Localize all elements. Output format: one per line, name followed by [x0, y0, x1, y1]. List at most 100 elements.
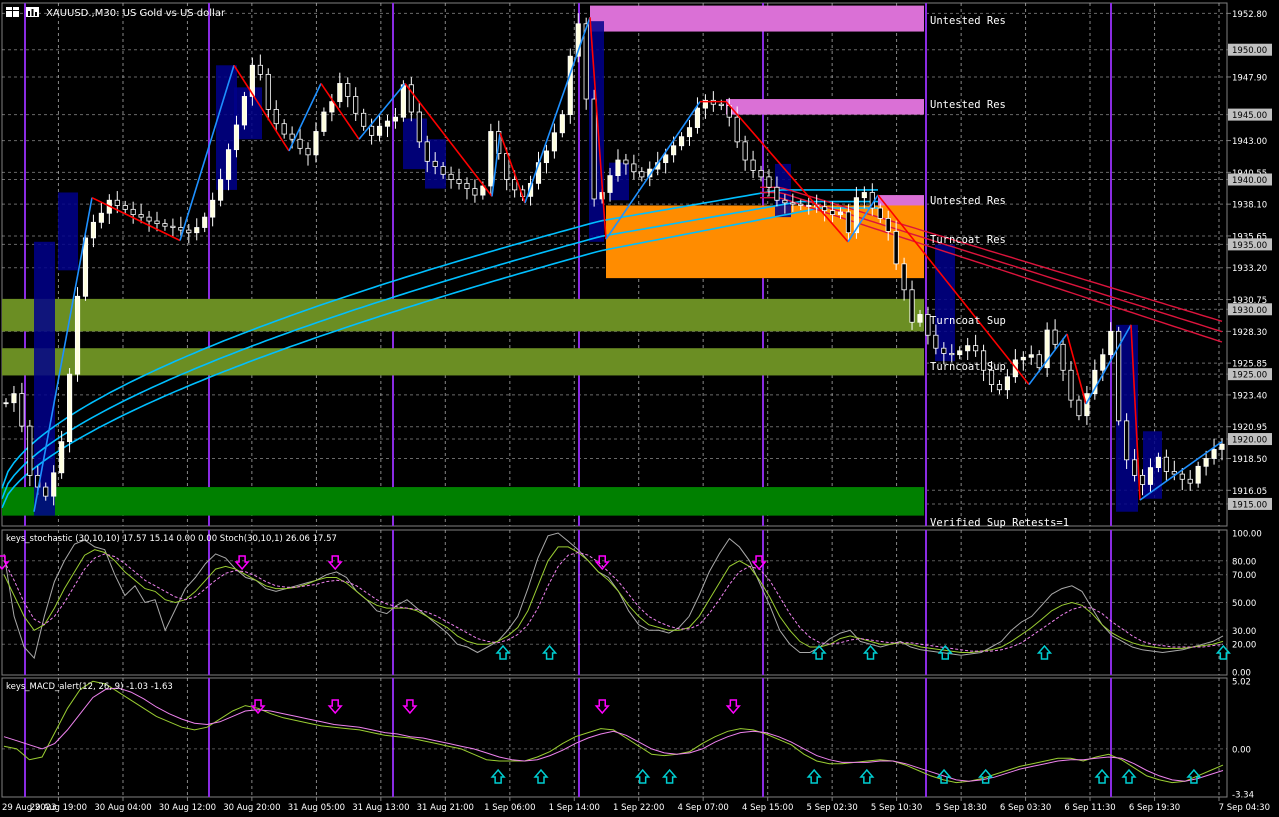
time-tick-label: 29 Aug 19:00 — [30, 803, 87, 813]
candle-body — [440, 166, 446, 175]
candle-body — [448, 173, 454, 180]
candle-body — [27, 425, 33, 476]
candle-body — [416, 111, 422, 143]
candle-body — [1100, 354, 1106, 371]
candle-body — [19, 393, 25, 427]
price-tick-label: 1952.80 — [1232, 10, 1267, 20]
candle-body — [512, 179, 518, 191]
price-tick-label: 1920.00 — [1232, 436, 1267, 446]
chart-bars-icon-bar — [31, 9, 34, 16]
candle-body — [130, 208, 136, 215]
candle-body — [432, 160, 438, 167]
candle-body — [1068, 369, 1074, 401]
candle-body — [559, 114, 565, 134]
candle-body — [218, 179, 224, 201]
time-tick-label: 31 Aug 05:00 — [288, 803, 345, 813]
candle-body — [376, 125, 383, 136]
candle-body — [774, 186, 780, 201]
candle-body — [488, 131, 494, 187]
chart-bars-icon-bar — [35, 12, 37, 16]
candle-body — [146, 216, 152, 222]
candle-body — [837, 211, 844, 215]
candle-body — [1147, 467, 1154, 485]
zone-label: Turncoat Sup — [930, 315, 1006, 327]
candle-body — [1028, 354, 1034, 358]
chart-bars-icon-bar — [28, 11, 30, 16]
candle-body — [464, 182, 470, 189]
candle-body — [766, 176, 772, 188]
sr-zone-support — [2, 348, 924, 376]
swing-box — [403, 118, 427, 170]
candle-body — [607, 175, 613, 193]
candle-body — [933, 334, 939, 349]
candle-body — [3, 402, 9, 405]
candle-body — [718, 103, 724, 106]
candle-body — [472, 188, 478, 196]
candle-body — [67, 373, 73, 443]
candle-body — [122, 205, 128, 210]
zone-label: Untested Res — [930, 195, 1006, 207]
candle-body — [678, 136, 685, 147]
candle-body — [1179, 473, 1185, 480]
symbol-title: XAUUSD.,M30: US Gold vs US dollar — [46, 8, 226, 19]
panel-tick-label: -3.34 — [1232, 791, 1254, 801]
candle-body — [98, 212, 104, 223]
candle-body — [1195, 465, 1201, 484]
candle-body — [973, 345, 979, 352]
candle-body — [758, 170, 764, 178]
indicator-label: keys_MACD_alert(12, 26, 9) -1.03 -1.63 — [6, 682, 173, 692]
time-tick-label: 1 Sep 22:00 — [613, 803, 664, 813]
time-tick-label: 30 Aug 04:00 — [94, 803, 151, 813]
candle-body — [337, 83, 343, 103]
candle-body — [949, 352, 955, 356]
sr-zone-resistance — [590, 5, 924, 32]
candle-body — [225, 149, 232, 180]
price-tick-label: 1925.00 — [1232, 371, 1267, 381]
candle-body — [965, 345, 971, 352]
price-tick-label: 1923.40 — [1232, 391, 1267, 401]
candle-body — [114, 199, 120, 206]
candle-body — [583, 23, 589, 100]
panel-tick-label: 5.02 — [1232, 678, 1251, 688]
time-tick-label: 5 Sep 02:30 — [806, 803, 857, 813]
candle-body — [154, 220, 160, 225]
candle-body — [567, 55, 573, 116]
sr-zone-support — [2, 298, 924, 332]
candle-body — [194, 227, 200, 234]
price-tick-label: 1950.00 — [1232, 46, 1267, 56]
time-tick-label: 6 Sep 19:30 — [1129, 803, 1180, 813]
candle-body — [877, 207, 883, 219]
candle-body — [392, 116, 399, 122]
candle-body — [1060, 343, 1066, 371]
candle-body — [186, 229, 192, 234]
price-tick-label: 1918.50 — [1232, 455, 1267, 465]
time-tick-label: 5 Sep 10:30 — [871, 803, 922, 813]
candle-body — [74, 295, 81, 375]
candle-body — [345, 83, 351, 97]
candle-body — [11, 393, 17, 404]
candle-body — [551, 132, 557, 152]
candle-body — [138, 214, 144, 218]
candle-body — [694, 107, 701, 128]
candle-body — [893, 231, 899, 265]
candle-body — [790, 202, 796, 205]
price-tick-label: 1940.00 — [1232, 176, 1267, 186]
candle-body — [845, 211, 852, 234]
candle-body — [162, 223, 168, 227]
price-tick-label: 1930.00 — [1232, 306, 1267, 316]
time-tick-label: 31 Aug 21:00 — [417, 803, 474, 813]
zone-label: Verified Sup Retests=1 — [930, 517, 1069, 529]
candle-body — [1084, 393, 1090, 417]
panel-tick-label: 100.00 — [1232, 530, 1262, 540]
panel-tick-label: 80.00 — [1232, 557, 1256, 567]
candle-body — [996, 384, 1003, 391]
sr-zone-support — [2, 487, 924, 516]
candle-body — [1187, 478, 1193, 484]
candle-body — [615, 159, 621, 177]
panel-tick-label: 70.00 — [1232, 571, 1256, 581]
panel-tick-label: 20.00 — [1232, 641, 1256, 651]
candle-body — [353, 96, 359, 114]
price-chart[interactable]: Untested Res Untested Res Untested Res Turn… — [0, 0, 1279, 817]
price-tick-label: 1943.00 — [1232, 137, 1267, 147]
candle-body — [59, 441, 65, 474]
